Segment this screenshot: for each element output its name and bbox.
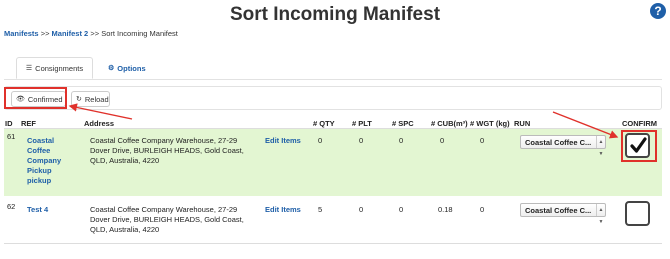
annotation-arrow <box>552 111 619 139</box>
annotation-arrows <box>68 103 619 139</box>
annotation-arrow <box>68 103 133 120</box>
